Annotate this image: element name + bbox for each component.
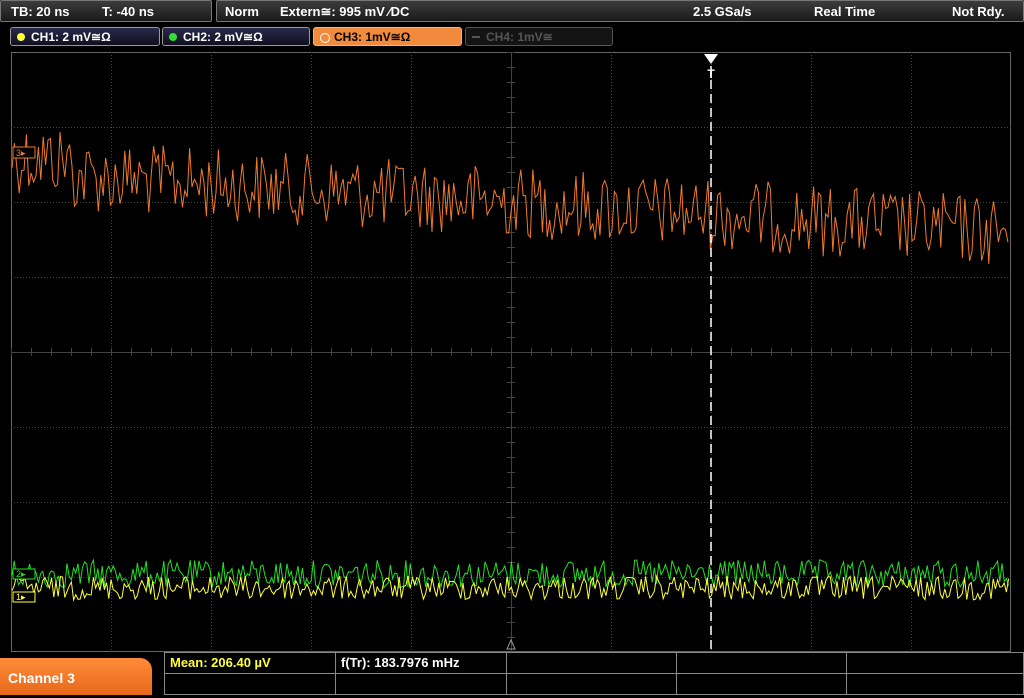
channel-1-marker-label: 1▸ [16,592,26,602]
trigger-box[interactable]: Norm Extern≅: 995 mV ⁄DC 2.5 GSa/s Real … [216,0,1024,22]
channel-4-label: CH4: 1mV≅ [486,30,553,44]
waveform-display[interactable]: T 3▸ 2▸ 1▸ [11,52,1011,652]
trigger-marker-label: T [707,67,715,81]
channel-1-label: CH1: 2 mV≅Ω [31,30,111,44]
acquisition-mode-label: Real Time [814,4,876,19]
frequency-measurement: f(Tr): 183.7976 mHz [341,655,460,670]
measurement-panel[interactable]: Mean: 206.40 µV f(Tr): 183.7976 mHz [164,652,1024,695]
channel-4-dot-icon [472,36,480,38]
top-status-bar: TB: 20 ns T: -40 ns Norm Extern≅: 995 mV… [0,0,1024,24]
channel-3-dot-icon [320,33,330,43]
channel-3-offset-marker[interactable]: 3▸ [12,146,36,159]
mean-measurement: Mean: 206.40 µV [170,655,271,670]
channel-bar: CH1: 2 mV≅Ω CH2: 2 mV≅Ω CH3: 1mV≅Ω CH4: … [0,26,1024,48]
timebase-label: TB: 20 ns [11,4,70,19]
measurement-divider [846,653,847,694]
channel-1-offset-marker[interactable]: 1▸ [12,591,36,603]
channel-1-button[interactable]: CH1: 2 mV≅Ω [10,27,160,46]
channel-2-dot-icon [169,33,177,41]
trigger-source-label: Extern≅: 995 mV ⁄DC [280,4,410,19]
channel-3-marker-label: 3▸ [16,148,26,158]
measurement-divider [676,653,677,694]
measurement-divider [335,653,336,694]
channel-3-button[interactable]: CH3: 1mV≅Ω [313,27,462,46]
sample-rate-label: 2.5 GSa/s [693,4,752,19]
channel-3-tab[interactable]: Channel 3 [0,658,152,695]
measurement-divider [165,673,1023,674]
bottom-panel: Channel 3 Mean: 206.40 µV f(Tr): 183.797… [0,652,1024,695]
trigger-time-label: T: -40 ns [102,4,155,19]
channel-2-offset-marker[interactable]: 2▸ [12,568,36,580]
channel-4-button[interactable]: CH4: 1mV≅ [465,27,613,46]
trigger-mode-label: Norm [225,4,259,19]
channel-3-label: CH3: 1mV≅Ω [334,30,411,44]
measurement-divider [506,653,507,694]
channel-2-button[interactable]: CH2: 2 mV≅Ω [162,27,310,46]
acquisition-status-label: Not Rdy. [952,4,1005,19]
channel-1-dot-icon [17,33,25,41]
timebase-box[interactable]: TB: 20 ns T: -40 ns [0,0,212,22]
channel-2-marker-label: 2▸ [16,569,26,579]
channel-2-label: CH2: 2 mV≅Ω [183,30,263,44]
